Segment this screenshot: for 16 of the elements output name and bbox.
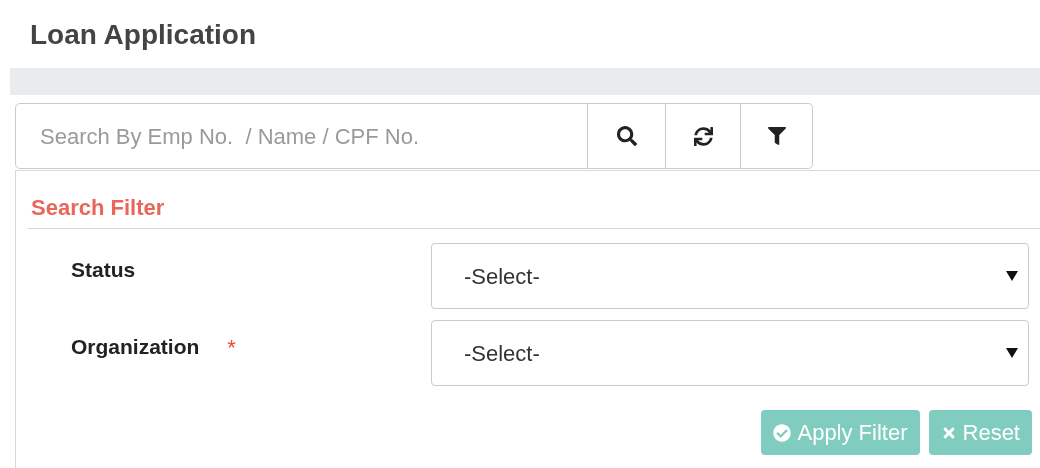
- refresh-button[interactable]: [666, 103, 741, 169]
- search-field[interactable]: Search By Emp No. / Name / CPF No.: [15, 103, 588, 169]
- search-icon: [616, 126, 637, 146]
- search-button[interactable]: [588, 103, 666, 169]
- field-label: Organization: [71, 334, 200, 361]
- select-field[interactable]: -Select-: [431, 243, 1029, 309]
- refresh-icon: [693, 126, 713, 146]
- caret-down-icon: [1006, 271, 1018, 281]
- required-mark: *: [227, 333, 236, 362]
- select-field[interactable]: -Select-: [431, 320, 1029, 386]
- field-label: Status: [71, 257, 136, 284]
- caret-down-icon: [1006, 348, 1018, 358]
- filter-icon: [767, 127, 786, 145]
- filter-button[interactable]: [741, 103, 813, 169]
- filter-title: Search Filter: [31, 195, 165, 220]
- page-title: Loan Application: [30, 18, 257, 52]
